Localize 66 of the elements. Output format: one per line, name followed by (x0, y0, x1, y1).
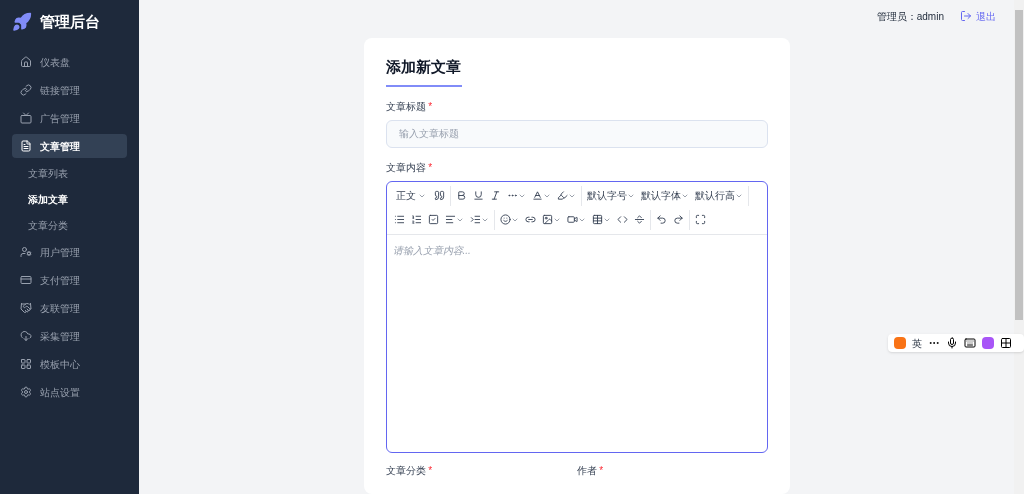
sidebar-item[interactable]: 模板中心 (12, 352, 127, 376)
quote-icon (433, 190, 445, 201)
card-icon (20, 112, 32, 124)
cloud-download-icon (20, 330, 32, 342)
handshake-icon (20, 302, 32, 314)
admin-label: 管理员：admin (876, 9, 944, 24)
emoji-icon (499, 214, 511, 225)
document-icon (20, 140, 32, 152)
rocket-icon (12, 12, 32, 32)
bulleted-list-icon (393, 214, 405, 225)
grid-icon (1000, 337, 1012, 349)
sidebar-item[interactable]: 支付管理 (12, 268, 127, 292)
field-label: 文章内容 * (385, 160, 434, 175)
code-icon (616, 214, 628, 225)
redo-icon (672, 214, 684, 225)
user-gear-icon (20, 246, 32, 258)
background-color-icon (556, 190, 568, 201)
image-icon (541, 214, 553, 225)
field-label: 文章标题 * (385, 99, 434, 114)
underline-icon (472, 190, 484, 201)
ime-language-label: 英 (912, 336, 922, 351)
font-color-icon (531, 190, 543, 201)
sidebar-item[interactable]: 站点设置 (12, 380, 127, 404)
sidebar-subitem[interactable]: 文章分类 (12, 212, 127, 238)
form-title: 添加新文章 (385, 56, 462, 87)
settings-icon (20, 386, 32, 398)
sidebar-item[interactable]: 用户管理 (12, 240, 127, 264)
paragraph-format-dropdown[interactable]: 正文 (390, 185, 431, 206)
sidebar-subitem[interactable]: 添加文章 (12, 186, 127, 212)
font-setting-dropdown[interactable]: 默认行高 (691, 185, 746, 206)
font-setting-dropdown[interactable]: 默认字号 (583, 185, 638, 206)
sidebar-item[interactable]: 采集管理 (12, 324, 127, 348)
divider-icon (633, 214, 645, 225)
home-icon (20, 56, 32, 68)
grid-icon (20, 358, 32, 370)
link-icon (524, 214, 536, 225)
sidebar-item[interactable]: 文章管理 (12, 134, 127, 158)
sidebar-item[interactable]: 广告管理 (12, 106, 127, 130)
sidebar-item[interactable]: 仪表盘 (12, 50, 127, 74)
content-input-field[interactable]: 请输入文章内容... (386, 234, 767, 452)
credit-card-icon (20, 274, 32, 286)
keyboard-icon (964, 337, 976, 349)
bold-icon (455, 190, 467, 201)
indent-icon (469, 214, 481, 225)
font-setting-dropdown[interactable]: 默认字体 (637, 185, 692, 206)
checklist-icon (427, 214, 439, 225)
table-icon (591, 214, 603, 225)
numbered-list-icon (410, 214, 422, 225)
rich-text-editor[interactable]: 正文 默认字号 默认字体 默认行高 请输入文章内容... (385, 180, 768, 453)
logout-icon (960, 10, 972, 22)
field-label: 文章分类 * (385, 463, 433, 478)
field-label: 作者 * (576, 463, 604, 478)
italic-icon (489, 190, 501, 201)
brand-title: 管理后台 (40, 11, 100, 32)
sidebar-item[interactable]: 链接管理 (12, 78, 127, 102)
microphone-icon (946, 337, 958, 349)
link-icon (20, 84, 32, 96)
video-icon (566, 214, 578, 225)
align-icon (444, 214, 456, 225)
ime-logo-icon (894, 337, 906, 349)
fullscreen-icon (694, 214, 706, 225)
sidebar-item[interactable]: 友联管理 (12, 296, 127, 320)
undo-icon (655, 214, 667, 225)
logout-link[interactable]: 退出 (960, 8, 996, 24)
sidebar-subitem[interactable]: 文章列表 (12, 160, 127, 186)
title-input-field[interactable]: 输入文章标题 (385, 119, 768, 148)
